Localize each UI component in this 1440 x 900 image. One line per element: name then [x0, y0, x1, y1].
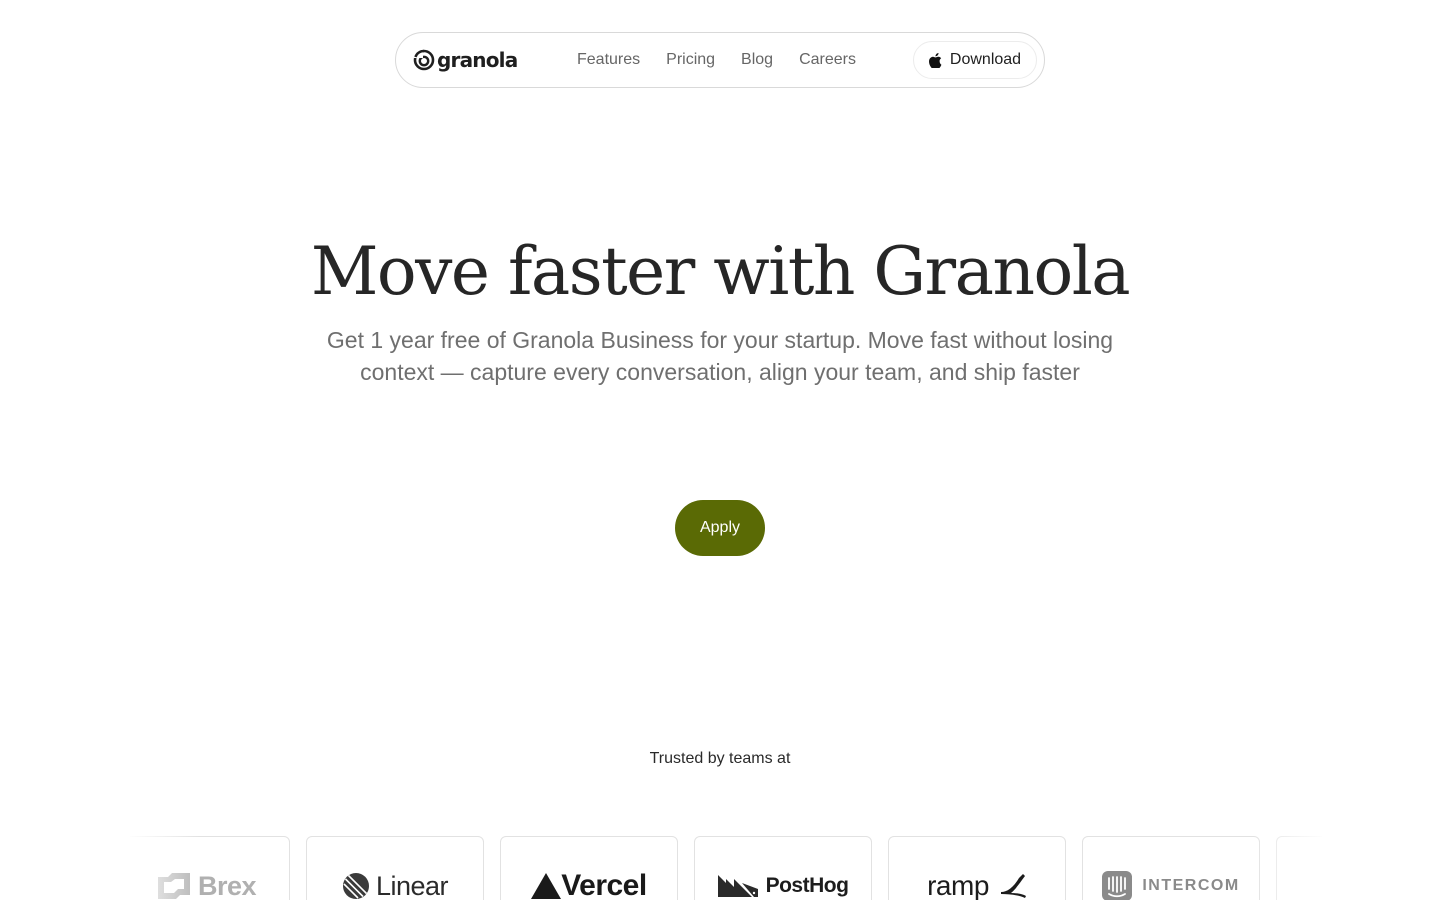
intercom-wordmark: INTERCOM: [1142, 877, 1240, 894]
granola-logo[interactable]: granola: [413, 47, 518, 73]
apple-icon: [928, 52, 942, 68]
vercel-icon: [531, 873, 562, 899]
linear-icon: [342, 873, 369, 899]
logo-card-ramp: ramp: [888, 836, 1066, 900]
hero-title: Move faster with Granola: [310, 233, 1131, 310]
nav-link-careers[interactable]: Careers: [799, 51, 856, 69]
download-button[interactable]: Download: [913, 41, 1037, 79]
nav-link-features[interactable]: Features: [577, 51, 640, 69]
intercom-icon: [1102, 871, 1133, 900]
logo-card-brex: Brex: [130, 836, 290, 900]
brex-wordmark: Brex: [197, 871, 257, 900]
logo-card-posthog: PostHog: [694, 836, 872, 900]
brex-icon: [157, 873, 190, 899]
nav-links: Features Pricing Blog Careers: [577, 33, 856, 87]
logo-wordmark: granola: [437, 48, 518, 72]
linear-wordmark: Linear: [375, 871, 449, 900]
hero-subtitle: Get 1 year free of Granola Business for …: [300, 324, 1140, 388]
logo-carousel: Brex Linear Vercel PostHog ramp INTERCOM: [130, 836, 1322, 900]
ramp-wordmark: ramp: [927, 870, 989, 900]
logo-card-intercom: INTERCOM: [1082, 836, 1260, 900]
posthog-icon: [717, 875, 758, 897]
vercel-wordmark: Vercel: [561, 869, 647, 900]
hero-subtitle-line-1: Get 1 year free of Granola Business for …: [326, 327, 1114, 353]
ramp-icon: [1000, 874, 1026, 898]
hero-subtitle-line-2: context — capture every conversation, al…: [360, 359, 1080, 385]
nav-link-pricing[interactable]: Pricing: [666, 51, 715, 69]
nav-link-blog[interactable]: Blog: [741, 51, 773, 69]
trusted-label: Trusted by teams at: [649, 750, 791, 767]
logo-card-linear: Linear: [306, 836, 484, 900]
top-nav: granola Features Pricing Blog Careers Do…: [395, 32, 1045, 88]
download-label: Download: [949, 51, 1022, 68]
granola-swirl-icon: [413, 49, 435, 71]
apply-button[interactable]: Apply: [675, 500, 765, 556]
logo-card-partial: [1276, 836, 1322, 900]
logo-card-vercel: Vercel: [500, 836, 678, 900]
posthog-wordmark: PostHog: [765, 874, 849, 897]
